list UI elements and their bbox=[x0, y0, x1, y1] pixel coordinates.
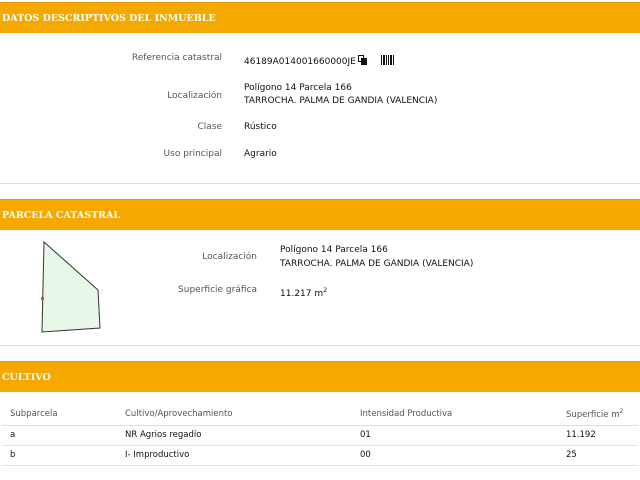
cell-superficie: 11.192 bbox=[558, 425, 638, 446]
uso-value: Agrario bbox=[244, 149, 277, 159]
table-row: b I- Improductivo 00 25 bbox=[2, 445, 638, 466]
cell-subparcela: a bbox=[2, 425, 117, 446]
cultivo-table: Subparcela Cultivo/Aprovechamiento Inten… bbox=[2, 404, 638, 466]
sup-number: 11.217 m bbox=[280, 289, 324, 299]
ref-value: 46189A014001660000JE bbox=[244, 55, 395, 69]
cell-cultivo: NR Agrios regadío bbox=[117, 425, 352, 446]
parcel-marker bbox=[41, 297, 44, 300]
section-body-parcela: Localización Polígono 14 Parcela 166 TAR… bbox=[0, 230, 640, 346]
clase-label: Clase bbox=[197, 122, 222, 132]
section-header-cultivo: CULTIVO bbox=[0, 361, 640, 392]
parcela-sup-label: Superficie gráfica bbox=[178, 285, 257, 295]
ref-number: 46189A014001660000JE bbox=[244, 57, 356, 67]
cell-subparcela: b bbox=[2, 445, 117, 466]
table-header-row: Subparcela Cultivo/Aprovechamiento Inten… bbox=[2, 404, 638, 426]
parcel-map[interactable] bbox=[36, 240, 106, 336]
cell-intensidad: 01 bbox=[352, 425, 558, 446]
clase-value: Rústico bbox=[244, 122, 277, 132]
uso-label: Uso principal bbox=[163, 149, 222, 159]
parcela-sup-value: 11.217 m2 bbox=[280, 284, 327, 301]
section-title-datos: DATOS DESCRIPTIVOS DEL INMUEBLE bbox=[2, 12, 216, 24]
copy-icon[interactable] bbox=[357, 55, 367, 65]
superficie-header-text: Superficie m bbox=[566, 410, 620, 421]
section-title-parcela: PARCELA CATASTRAL bbox=[2, 209, 121, 221]
parcela-loc-label: Localización bbox=[202, 252, 257, 262]
cell-cultivo: I- Improductivo bbox=[117, 445, 352, 466]
section-header-datos: DATOS DESCRIPTIVOS DEL INMUEBLE bbox=[0, 2, 640, 33]
section-title-cultivo: CULTIVO bbox=[2, 371, 51, 383]
section-header-parcela: PARCELA CATASTRAL bbox=[0, 199, 640, 230]
loc-label: Localización bbox=[167, 91, 222, 101]
loc-line2: TARROCHA. PALMA DE GANDIA (VALENCIA) bbox=[244, 96, 438, 106]
ref-label: Referencia catastral bbox=[131, 53, 222, 63]
parcela-loc-line1: Polígono 14 Parcela 166 bbox=[280, 245, 388, 255]
barcode-icon[interactable] bbox=[380, 55, 395, 65]
cell-intensidad: 00 bbox=[352, 445, 558, 466]
col-header-subparcela: Subparcela bbox=[2, 404, 117, 426]
table-row: a NR Agrios regadío 01 11.192 bbox=[2, 425, 638, 446]
sup-exponent: 2 bbox=[323, 286, 328, 294]
parcela-loc-line2: TARROCHA. PALMA DE GANDIA (VALENCIA) bbox=[280, 259, 474, 269]
col-header-cultivo: Cultivo/Aprovechamiento bbox=[117, 404, 352, 426]
col-header-superficie: Superficie m2 bbox=[558, 404, 638, 426]
loc-line1: Polígono 14 Parcela 166 bbox=[244, 83, 352, 93]
col-header-intensidad: Intensidad Productiva bbox=[352, 404, 558, 426]
cell-superficie: 25 bbox=[558, 445, 638, 466]
section-body-datos: Referencia catastral 46189A014001660000J… bbox=[0, 33, 640, 184]
superficie-header-exponent: 2 bbox=[619, 408, 624, 416]
